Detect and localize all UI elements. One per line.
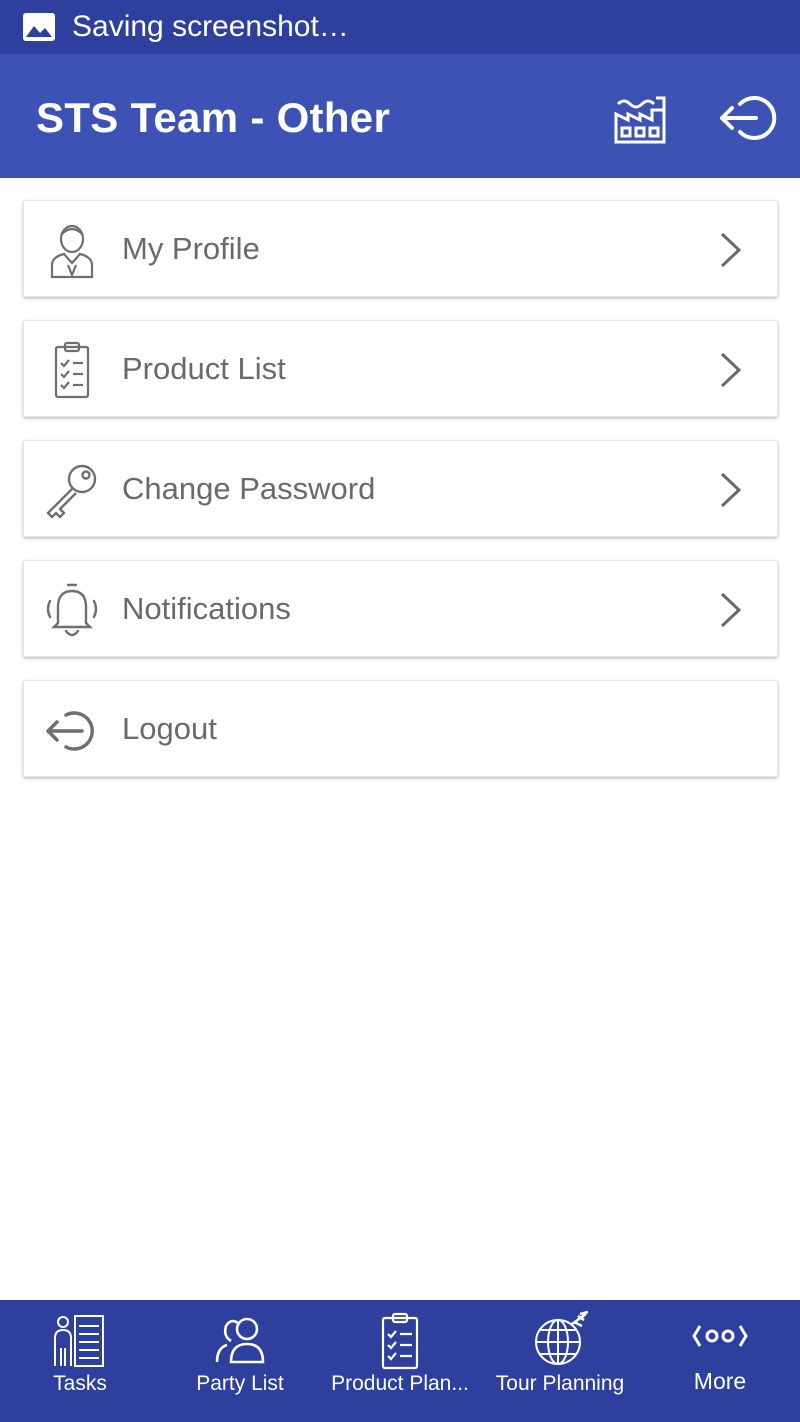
menu-item-product-list[interactable]: Product List [23,320,778,417]
image-icon [23,13,55,41]
logout-icon[interactable] [718,92,778,144]
nav-item-party-list[interactable]: Party List [160,1300,320,1422]
menu-item-label: Logout [122,711,217,746]
menu-item-my-profile[interactable]: My Profile [23,200,778,297]
clipboard-checklist-icon [54,341,90,399]
party-users-icon [215,1317,265,1364]
logout-icon [46,711,94,751]
user-profile-icon [50,224,94,279]
nav-item-label: Party List [196,1372,284,1395]
status-bar: Saving screenshot… [0,0,800,54]
nav-item-product-plan[interactable]: Product Plan... [320,1300,480,1422]
status-text: Saving screenshot… [72,10,349,43]
menu-item-label: Notifications [122,591,291,626]
chevron-right-icon [720,472,742,508]
nav-item-more[interactable]: More [640,1300,800,1422]
nav-item-label: Product Plan... [331,1372,469,1395]
globe-plane-icon [535,1310,589,1365]
nav-item-tour-planning[interactable]: Tour Planning [480,1300,640,1422]
menu-item-label: My Profile [122,231,260,266]
tasks-icon [54,1315,104,1367]
factory-icon[interactable] [610,90,670,146]
chevron-right-icon [720,232,742,268]
menu-item-notifications[interactable]: Notifications [23,560,778,657]
nav-item-label: Tasks [53,1372,107,1395]
nav-item-label: Tour Planning [495,1372,625,1395]
menu-item-change-password[interactable]: Change Password [23,440,778,537]
menu-item-logout[interactable]: Logout [23,680,778,777]
chevron-right-icon [720,592,742,628]
page-title: STS Team - Other [36,94,391,141]
product-clipboard-icon [381,1312,419,1370]
menu-item-label: Product List [122,351,286,386]
nav-item-label: More [693,1368,747,1394]
bottom-nav: Tasks Party List Product Plan... Tour Pl… [0,1300,800,1422]
menu-item-label: Change Password [122,471,376,506]
more-dots-icon [692,1325,748,1347]
nav-item-tasks[interactable]: Tasks [0,1300,160,1422]
key-icon [46,464,97,519]
chevron-right-icon [720,352,742,388]
app-bar: STS Team - Other [0,54,800,178]
bell-icon [46,583,98,637]
